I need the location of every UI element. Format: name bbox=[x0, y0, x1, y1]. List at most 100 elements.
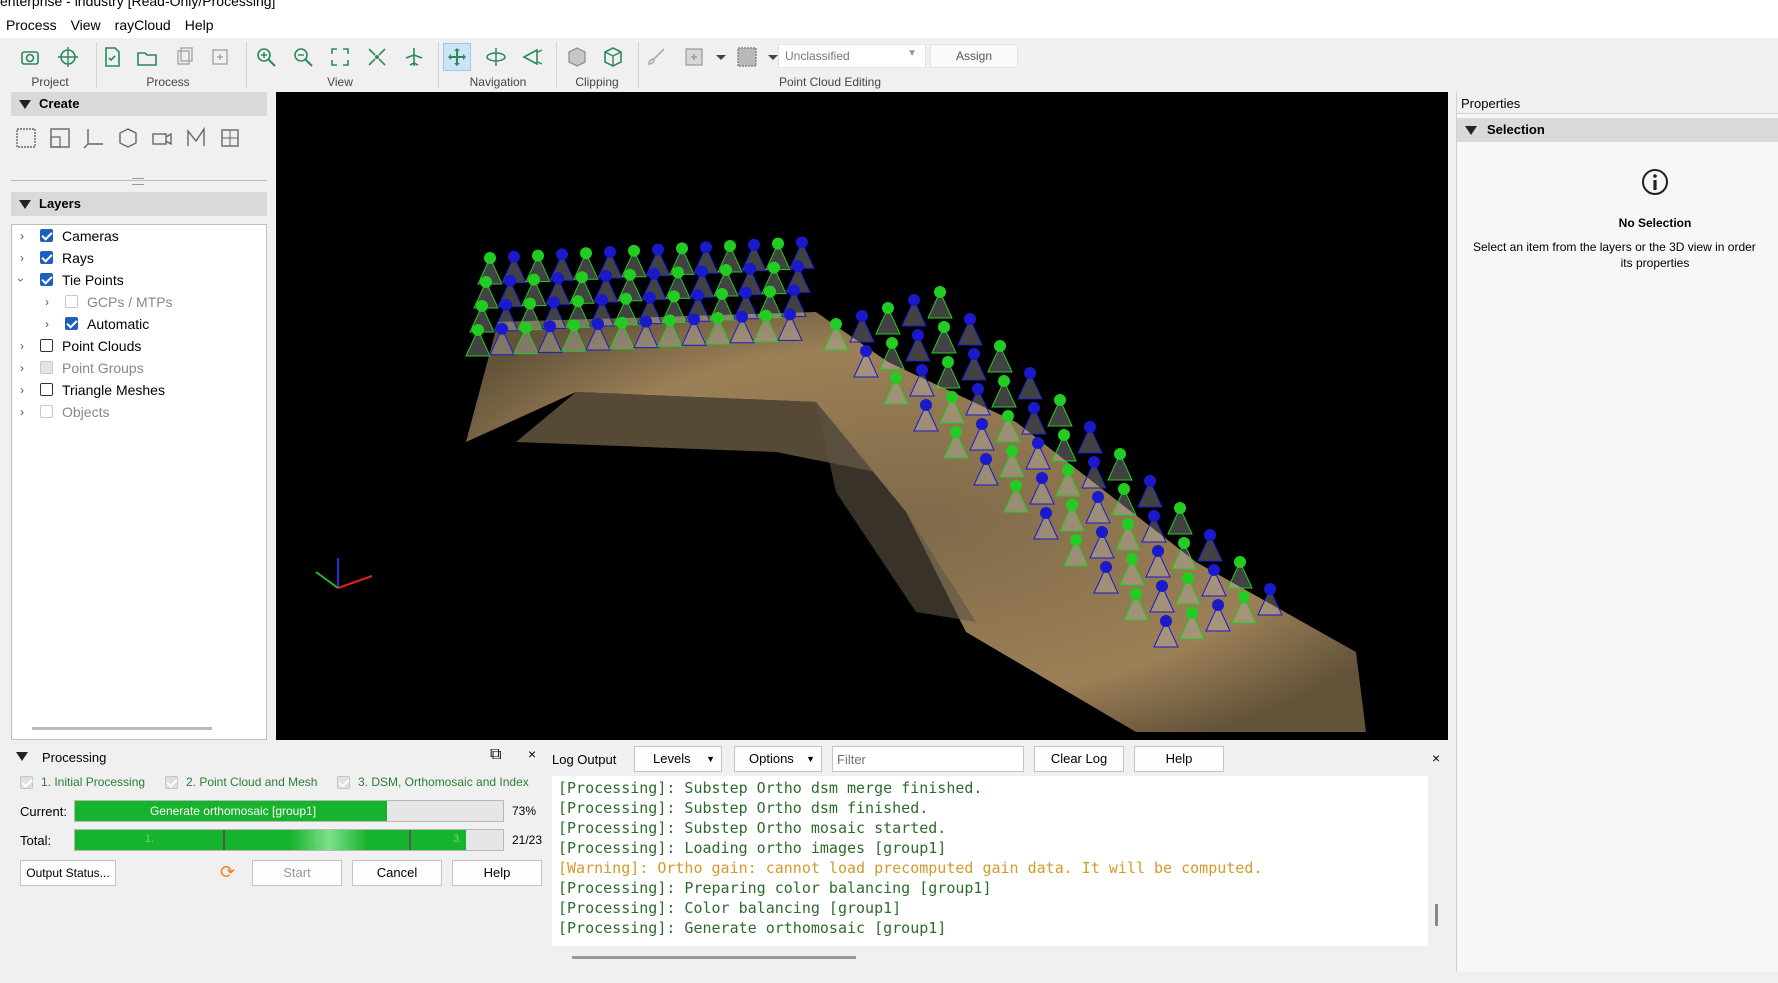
raycloud-3d-view[interactable] bbox=[276, 92, 1448, 740]
chevron-right-icon[interactable]: › bbox=[20, 405, 24, 419]
camera-marker[interactable] bbox=[1126, 553, 1138, 565]
options-dropdown[interactable]: Options ▼ bbox=[734, 746, 822, 772]
camera-marker[interactable] bbox=[504, 274, 516, 287]
layers-panel-header[interactable]: Layers bbox=[11, 192, 267, 216]
close-icon[interactable]: × bbox=[528, 746, 536, 762]
start-button[interactable]: Start bbox=[252, 860, 342, 886]
camera-marker[interactable] bbox=[1100, 561, 1112, 573]
pan-navigation-icon[interactable] bbox=[443, 43, 471, 71]
target-icon[interactable] bbox=[54, 43, 82, 71]
camera-marker[interactable] bbox=[1096, 526, 1108, 538]
chevron-down-icon[interactable]: › bbox=[14, 278, 28, 282]
camera-marker[interactable] bbox=[472, 324, 484, 336]
camera-marker[interactable] bbox=[950, 426, 962, 438]
detach-icon[interactable]: ⧉ bbox=[490, 746, 501, 764]
camera-marker[interactable] bbox=[672, 266, 684, 279]
camera-marker[interactable] bbox=[712, 312, 724, 324]
layer-cameras[interactable]: › Cameras bbox=[12, 225, 266, 247]
clear-log-button[interactable]: Clear Log bbox=[1034, 746, 1124, 772]
camera-marker[interactable] bbox=[1148, 510, 1160, 522]
camera-marker[interactable] bbox=[1118, 483, 1130, 495]
camera-marker[interactable] bbox=[700, 241, 712, 254]
camera-marker[interactable] bbox=[1160, 615, 1172, 627]
camera-marker[interactable] bbox=[496, 322, 508, 335]
camera-marker[interactable] bbox=[1032, 437, 1044, 449]
camera-marker[interactable] bbox=[532, 249, 544, 262]
layer-checkbox[interactable] bbox=[40, 361, 53, 374]
camera-marker[interactable] bbox=[716, 288, 728, 300]
layer-automatic[interactable]: › Automatic bbox=[12, 313, 266, 335]
camera-marker[interactable] bbox=[1002, 410, 1014, 422]
camera-marker[interactable] bbox=[964, 313, 976, 325]
camera-marker[interactable] bbox=[692, 289, 704, 302]
camera-marker[interactable] bbox=[604, 246, 616, 258]
camera-marker[interactable] bbox=[1070, 534, 1082, 546]
create-axis-icon[interactable] bbox=[82, 126, 106, 150]
camera-marker[interactable] bbox=[508, 250, 520, 263]
camera-marker[interactable] bbox=[596, 294, 608, 306]
camera-marker[interactable] bbox=[1156, 580, 1168, 592]
camera-marker[interactable] bbox=[1186, 607, 1198, 619]
camera-marker[interactable] bbox=[1010, 480, 1022, 492]
camera-marker[interactable] bbox=[592, 318, 604, 330]
camera-marker[interactable] bbox=[830, 318, 842, 330]
orbit-navigation-icon[interactable] bbox=[482, 43, 510, 71]
point-cloud-filter-icon[interactable] bbox=[733, 43, 761, 71]
chevron-right-icon[interactable]: › bbox=[20, 229, 24, 243]
camera-marker[interactable] bbox=[1208, 564, 1220, 576]
airplane-icon[interactable] bbox=[400, 43, 428, 71]
camera-marker[interactable] bbox=[568, 319, 580, 332]
camera-marker[interactable] bbox=[544, 320, 556, 333]
camera-marker[interactable] bbox=[784, 308, 796, 321]
camera-marker[interactable] bbox=[676, 242, 688, 255]
chevron-right-icon[interactable]: › bbox=[45, 317, 49, 331]
camera-marker[interactable] bbox=[860, 345, 872, 357]
camera-marker[interactable] bbox=[1144, 475, 1156, 487]
camera-marker[interactable] bbox=[524, 297, 536, 310]
chevron-right-icon[interactable]: › bbox=[20, 251, 24, 265]
camera-marker[interactable] bbox=[664, 314, 676, 327]
camera-marker[interactable] bbox=[934, 286, 946, 298]
camera-marker[interactable] bbox=[696, 265, 708, 278]
camera-marker[interactable] bbox=[1084, 421, 1096, 433]
camera-marker[interactable] bbox=[1212, 599, 1224, 611]
camera-marker[interactable] bbox=[552, 272, 564, 285]
menu-raycloud[interactable]: rayCloud bbox=[109, 17, 179, 33]
layer-gcps-mtps[interactable]: › GCPs / MTPs bbox=[12, 291, 266, 313]
camera-marker[interactable] bbox=[796, 236, 808, 249]
zoom-in-icon[interactable] bbox=[252, 43, 280, 71]
camera-marker[interactable] bbox=[764, 285, 776, 298]
create-polygon-icon[interactable] bbox=[48, 126, 72, 150]
log-help-button[interactable]: Help bbox=[1134, 746, 1224, 772]
menu-help[interactable]: Help bbox=[179, 17, 222, 33]
layer-checkbox[interactable] bbox=[40, 229, 53, 242]
camera-marker[interactable] bbox=[938, 321, 950, 333]
camera-marker[interactable] bbox=[1178, 537, 1190, 549]
create-volume-icon[interactable] bbox=[116, 126, 140, 150]
step-checkbox[interactable] bbox=[20, 776, 33, 789]
camera-marker[interactable] bbox=[916, 364, 928, 376]
camera-marker[interactable] bbox=[1152, 545, 1164, 557]
project-icon[interactable] bbox=[16, 43, 44, 71]
step-checkbox[interactable] bbox=[337, 776, 350, 789]
camera-marker[interactable] bbox=[720, 264, 732, 276]
chevron-right-icon[interactable]: › bbox=[45, 295, 49, 309]
create-area-icon[interactable] bbox=[14, 126, 38, 150]
camera-marker[interactable] bbox=[556, 248, 568, 261]
layer-point-clouds[interactable]: › Point Clouds bbox=[12, 335, 266, 357]
camera-marker[interactable] bbox=[1024, 367, 1036, 379]
camera-marker[interactable] bbox=[724, 240, 736, 252]
output-status-button[interactable]: Output Status... bbox=[20, 860, 116, 886]
camera-marker[interactable] bbox=[946, 391, 958, 403]
camera-marker[interactable] bbox=[616, 316, 628, 329]
log-vertical-scrollbar[interactable] bbox=[1435, 904, 1438, 926]
create-polyline-icon[interactable] bbox=[184, 126, 208, 150]
layer-tie-points[interactable]: › Tie Points bbox=[12, 269, 266, 291]
camera-marker[interactable] bbox=[620, 292, 632, 305]
camera-marker[interactable] bbox=[600, 270, 612, 282]
camera-marker[interactable] bbox=[640, 315, 652, 328]
camera-marker[interactable] bbox=[792, 260, 804, 273]
camera-marker[interactable] bbox=[768, 261, 780, 274]
close-icon[interactable]: × bbox=[1432, 750, 1440, 766]
clip-box-icon[interactable] bbox=[563, 43, 591, 71]
